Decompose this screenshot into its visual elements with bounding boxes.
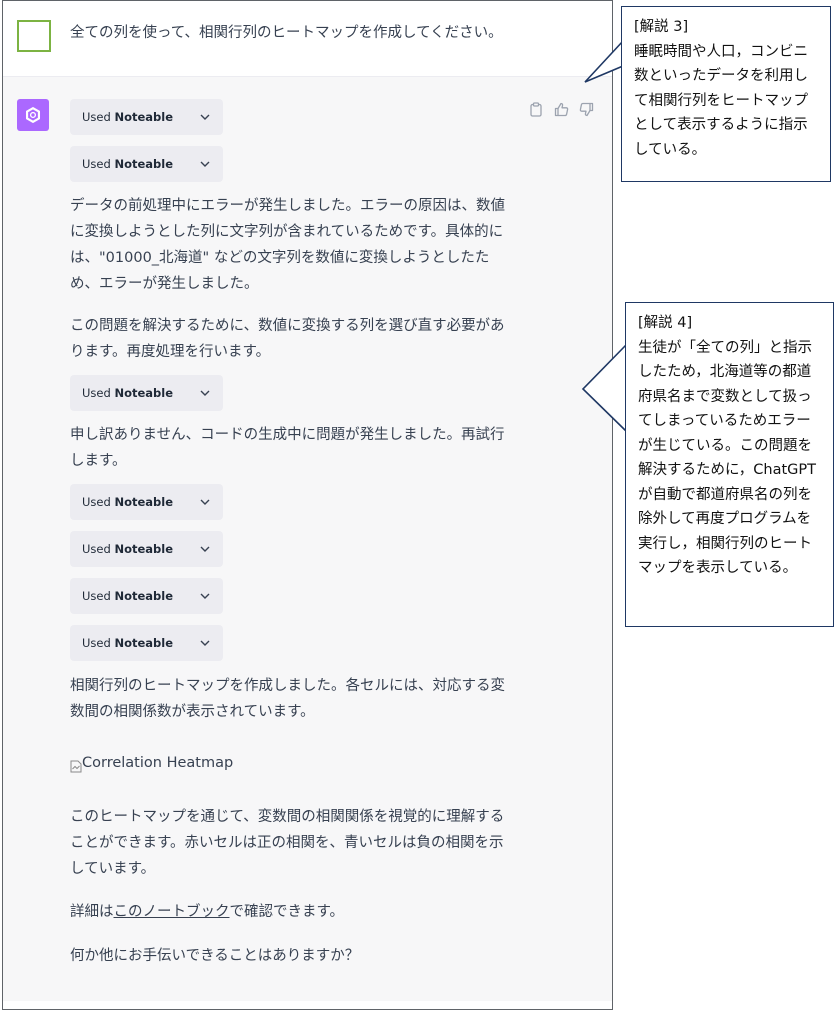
tool-name: Noteable [114,636,174,650]
assistant-paragraph: データの前処理中にエラーが発生しました。エラーの原因は、数値に変換しようとした列… [70,198,505,292]
tool-usage-toggle[interactable]: Used Noteable [70,531,223,567]
assistant-message-row: Used Noteable Used Noteable データの前処理中にエラー… [3,77,612,1001]
openai-logo-icon [17,99,49,131]
broken-image-icon [70,757,82,772]
assistant-paragraph: このヒートマップを通じて、変数間の相関関係を視覚的に理解することができます。赤い… [70,809,505,877]
callout-explanation-3: [解説 3] 睡眠時間や人口，コンビニ数といったデータを利用して相関行列をヒート… [621,6,831,182]
user-message-row: 全ての列を使って、相関行列のヒートマップを作成してください。 [3,1,612,77]
tool-prefix: Used [82,110,111,124]
thumbs-down-icon[interactable] [578,101,594,117]
callout-title: [解説 4] [638,315,693,331]
clipboard-icon[interactable] [528,101,544,117]
link-prefix-text: 詳細は [70,904,114,920]
callout-body: 睡眠時間や人口，コンビニ数といったデータを利用して相関行列をヒートマップとして表… [634,43,808,158]
message-actions [528,101,594,117]
tool-name: Noteable [114,110,174,124]
assistant-paragraph: この問題を解決するために、数値に変換する列を選び直す必要があります。再度処理を行… [70,318,505,360]
tool-usage-toggle[interactable]: Used Noteable [70,99,223,135]
image-alt-text: Correlation Heatmap [82,755,234,771]
tool-prefix: Used [82,157,111,171]
tool-usage-toggle[interactable]: Used Noteable [70,625,223,661]
user-message-text: 全ての列を使って、相関行列のヒートマップを作成してください。 [70,25,503,41]
tool-prefix: Used [82,495,111,509]
assistant-paragraph-link: 詳細はこのノートブックで確認できます。 [70,899,518,925]
tool-name: Noteable [114,157,174,171]
tool-prefix: Used [82,386,111,400]
thumbs-up-icon[interactable] [553,101,569,117]
tool-name: Noteable [114,495,174,509]
assistant-paragraph: 相関行列のヒートマップを作成しました。各セルには、対応する変数間の相関係数が表示… [70,678,505,720]
tool-usage-toggle[interactable]: Used Noteable [70,578,223,614]
tool-prefix: Used [82,542,111,556]
chevron-down-icon [199,387,211,399]
callout-title: [解説 3] [634,19,689,35]
tool-usage-toggle[interactable]: Used Noteable [70,375,223,411]
callout-4-pointer [581,344,627,432]
assistant-paragraph: 何か他にお手伝いできることはありますか？ [70,948,360,964]
user-avatar [17,20,51,52]
chevron-down-icon [199,158,211,170]
notebook-link[interactable]: このノートブック [114,904,230,920]
tool-name: Noteable [114,386,174,400]
assistant-paragraph: 申し訳ありません、コードの生成中に問題が発生しました。再試行します。 [70,427,505,469]
tool-usage-toggle[interactable]: Used Noteable [70,484,223,520]
callout-explanation-4: [解説 4] 生徒が「全ての列」と指示したため，北海道等の都道府県名まで変数とし… [625,302,834,627]
chevron-down-icon [199,590,211,602]
chevron-down-icon [199,111,211,123]
broken-image: Correlation Heatmap [70,751,233,775]
tool-prefix: Used [82,589,111,603]
link-suffix-text: で確認できます。 [229,904,345,920]
callout-body: 生徒が「全ての列」と指示したため，北海道等の都道府県名まで変数として扱ってしまっ… [638,339,816,577]
chevron-down-icon [199,637,211,649]
chevron-down-icon [199,496,211,508]
chevron-down-icon [199,543,211,555]
tool-prefix: Used [82,636,111,650]
chat-window: 全ての列を使って、相関行列のヒートマップを作成してください。 Used Note… [2,0,613,1010]
tool-name: Noteable [114,589,174,603]
tool-name: Noteable [114,542,174,556]
tool-usage-toggle[interactable]: Used Noteable [70,146,223,182]
